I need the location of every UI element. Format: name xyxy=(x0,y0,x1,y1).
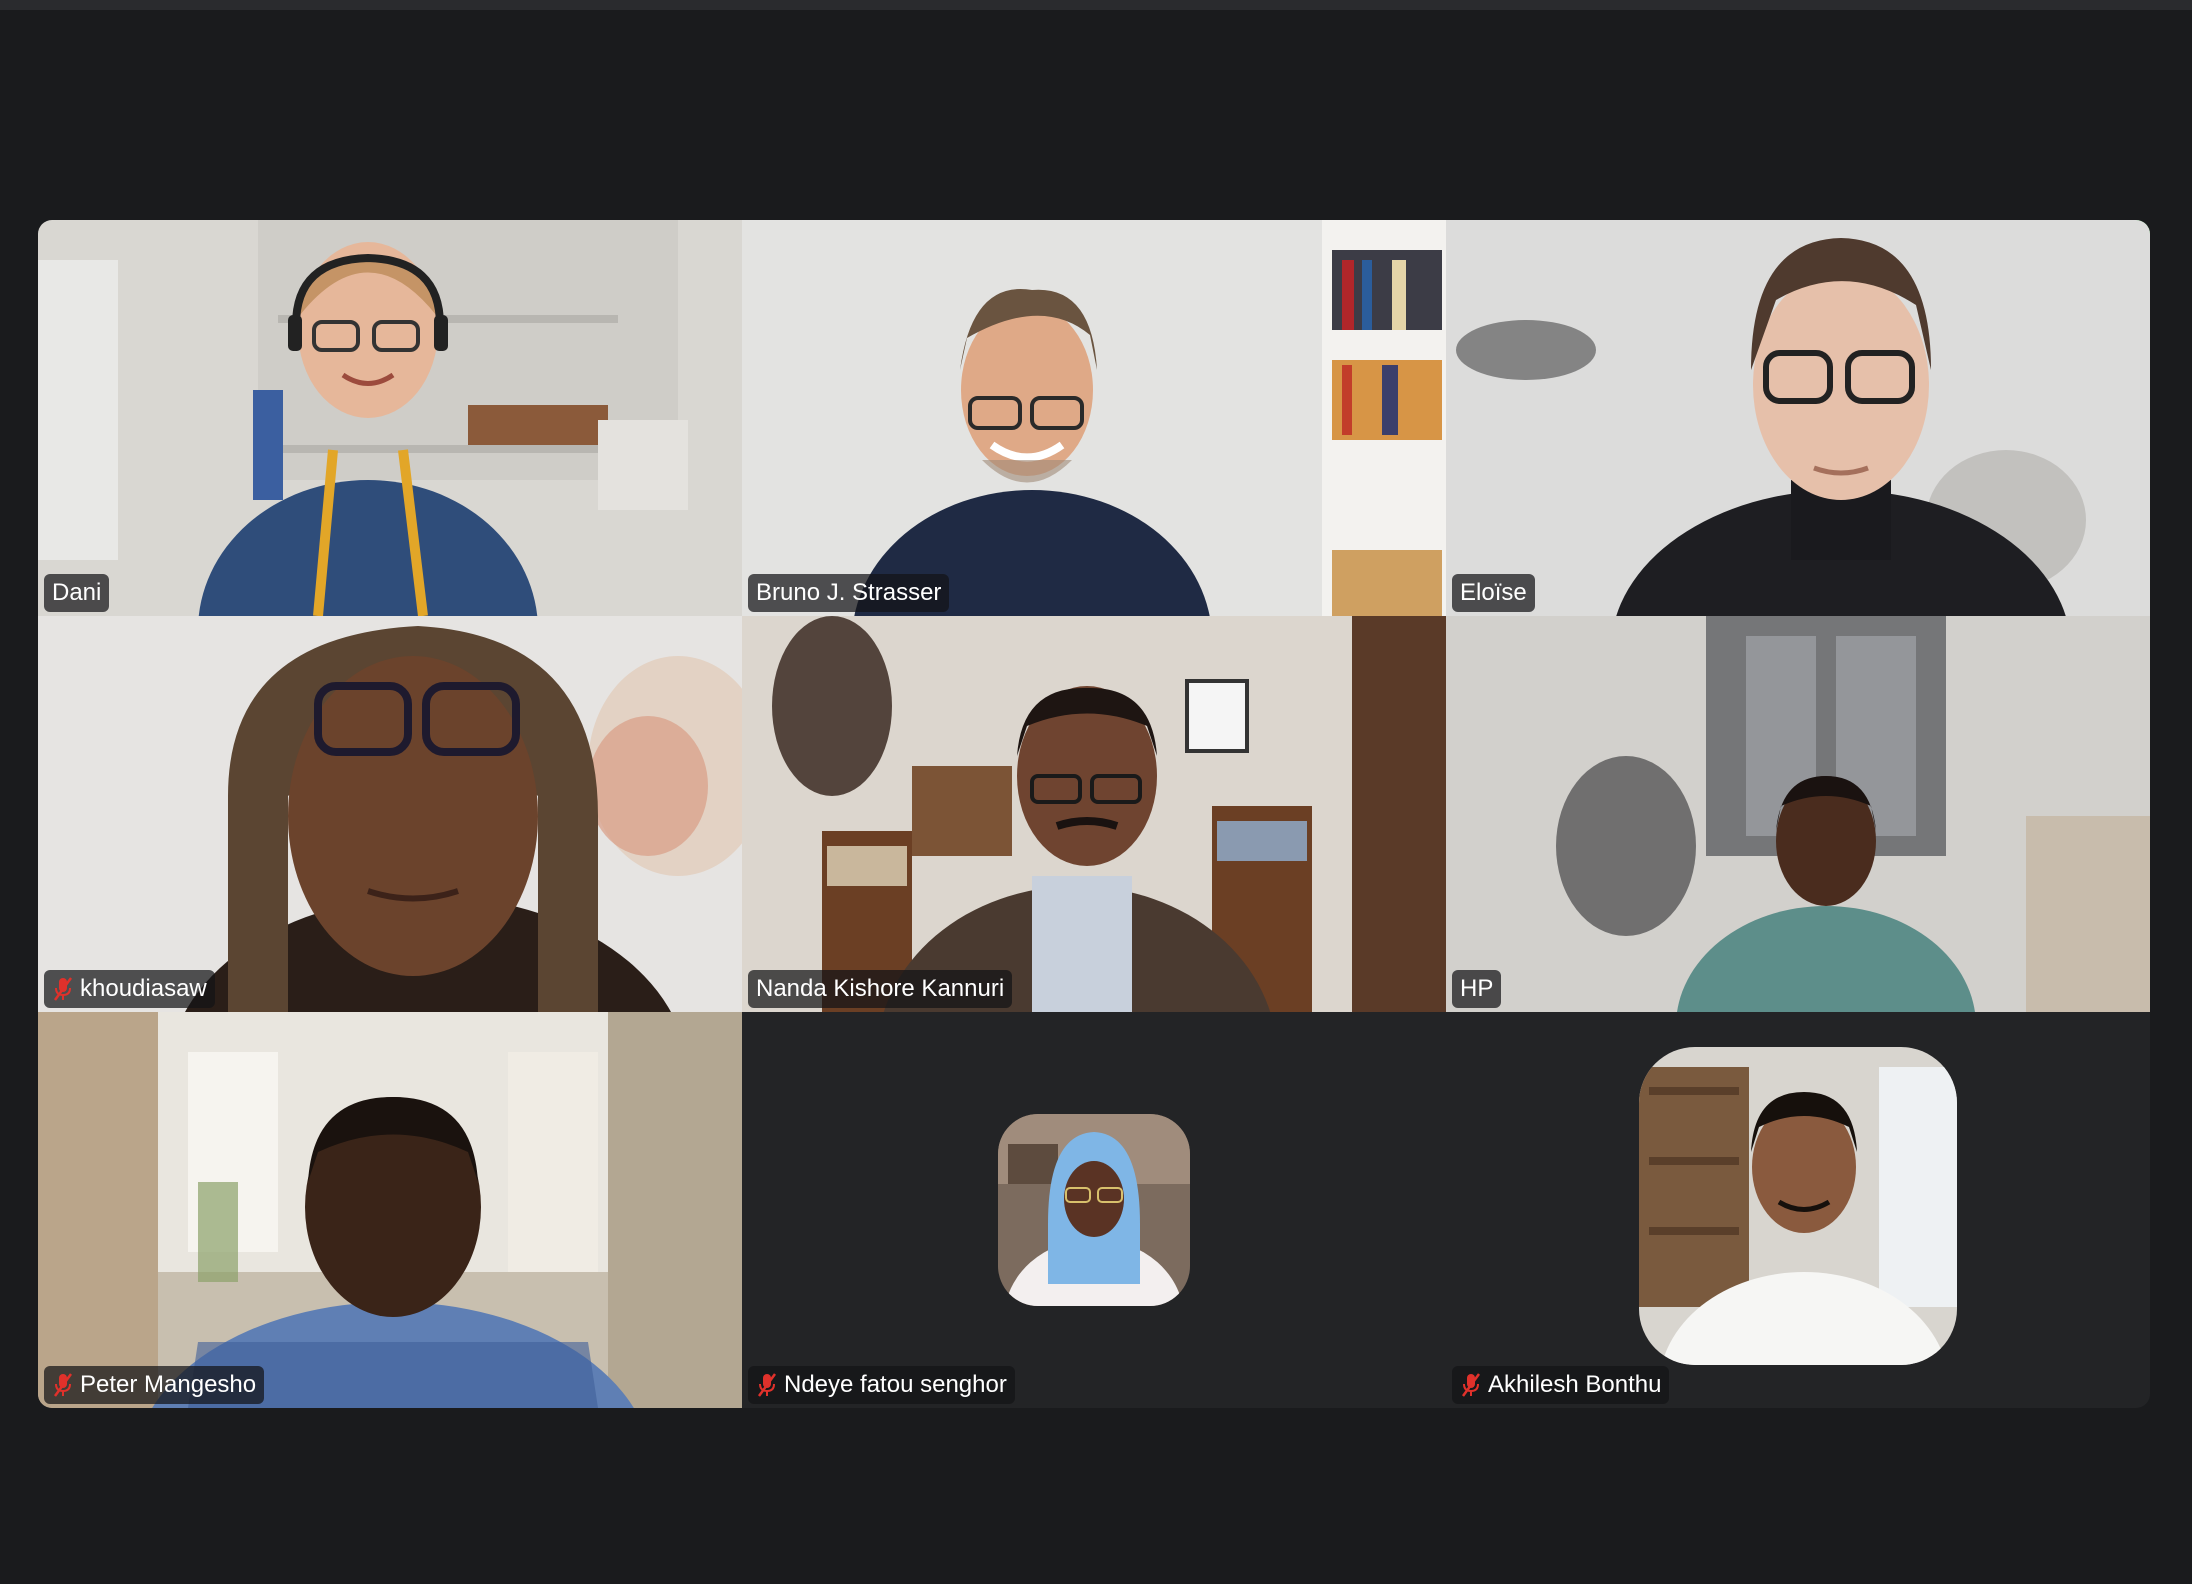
video-feed xyxy=(742,616,1446,1012)
participant-tile-ndeye[interactable]: Ndeye fatou senghor xyxy=(742,1012,1446,1408)
window-top-bar xyxy=(0,0,2192,10)
participant-name-tag: Peter Mangesho xyxy=(44,1366,265,1404)
avatar xyxy=(1639,1047,1957,1365)
participant-tile-peter[interactable]: Peter Mangesho xyxy=(38,1012,742,1408)
participant-name: Dani xyxy=(52,579,102,606)
participant-tile-akhilesh[interactable]: Akhilesh Bonthu xyxy=(1446,1012,2150,1408)
video-feed xyxy=(1446,220,2150,616)
participant-name: Nanda Kishore Kannuri xyxy=(756,975,1005,1002)
participant-name-tag: Bruno J. Strasser xyxy=(748,574,950,612)
avatar xyxy=(998,1114,1190,1306)
participant-name: Eloïse xyxy=(1460,579,1527,606)
video-gallery: Dani Bruno J. Strasser Eloïse khoudiasaw… xyxy=(38,220,2150,1408)
mic-muted-icon xyxy=(1461,1373,1481,1397)
video-feed xyxy=(38,220,742,616)
participant-name: Peter Mangesho xyxy=(80,1371,257,1398)
participant-tile-dani[interactable]: Dani xyxy=(38,220,742,616)
participant-name: Bruno J. Strasser xyxy=(756,579,942,606)
participant-name-tag: khoudiasaw xyxy=(44,970,215,1008)
video-feed xyxy=(38,1012,742,1408)
participant-name-tag: Ndeye fatou senghor xyxy=(748,1366,1015,1404)
participant-tile-nanda[interactable]: Nanda Kishore Kannuri xyxy=(742,616,1446,1012)
participant-name-tag: Akhilesh Bonthu xyxy=(1452,1366,1670,1404)
participant-name: khoudiasaw xyxy=(80,975,207,1002)
participant-name-tag: HP xyxy=(1452,970,1502,1008)
participant-name-tag: Dani xyxy=(44,574,110,612)
video-feed xyxy=(742,220,1446,616)
participant-tile-eloise[interactable]: Eloïse xyxy=(1446,220,2150,616)
video-feed xyxy=(1446,616,2150,1012)
mic-muted-icon xyxy=(757,1373,777,1397)
participant-name-tag: Nanda Kishore Kannuri xyxy=(748,970,1013,1008)
participant-tile-khoudiasaw[interactable]: khoudiasaw xyxy=(38,616,742,1012)
mic-muted-icon xyxy=(53,1373,73,1397)
mic-muted-icon xyxy=(53,977,73,1001)
participant-name-tag: Eloïse xyxy=(1452,574,1535,612)
participant-name: Akhilesh Bonthu xyxy=(1488,1371,1662,1398)
participant-tile-bruno[interactable]: Bruno J. Strasser xyxy=(742,220,1446,616)
participant-name: Ndeye fatou senghor xyxy=(784,1371,1007,1398)
participant-name: HP xyxy=(1460,975,1494,1002)
video-feed xyxy=(38,616,742,1012)
participant-tile-hp[interactable]: HP xyxy=(1446,616,2150,1012)
